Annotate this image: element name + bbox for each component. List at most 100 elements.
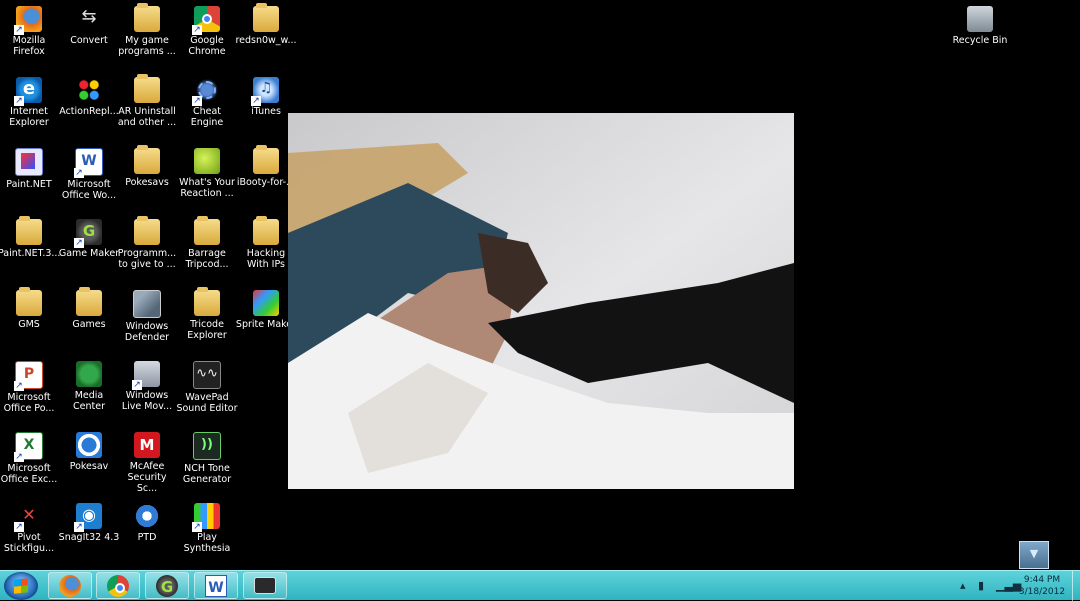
desktop-icon-label: Windows Defender xyxy=(124,321,170,343)
windows-logo-icon xyxy=(14,578,28,594)
desktop-icon-gms[interactable]: GMS xyxy=(0,287,60,330)
desktop-icon-action-replay[interactable]: ActionRepl... xyxy=(58,77,120,117)
desktop-icon-snagit[interactable]: SnagIt32 4.3 xyxy=(58,503,120,543)
desktop-icon-convert[interactable]: Convert xyxy=(58,6,120,46)
desktop-icon-label: WavePad Sound Editor xyxy=(176,392,238,414)
sprite-maker-icon xyxy=(253,290,279,316)
desktop-icon-label: NCH Tone Generator xyxy=(182,463,232,485)
nch-tone-icon xyxy=(193,432,221,460)
desktop-icon-firefox[interactable]: Mozilla Firefox xyxy=(0,6,60,57)
desktop-icon-movie-maker[interactable]: Windows Live Mov... xyxy=(116,361,178,412)
firefox-icon xyxy=(59,575,81,597)
folder-icon xyxy=(194,287,220,316)
desktop-icon-pivot[interactable]: Pivot Stickfigu... xyxy=(0,503,60,554)
chrome-icon xyxy=(107,575,129,597)
desktop-icon-pokesav[interactable]: Pokesav xyxy=(58,432,120,472)
desktop-icon-powerpoint[interactable]: Microsoft Office Po... xyxy=(0,361,60,414)
webcam-photo-image xyxy=(288,113,794,489)
desktop-icon-my-game-programs[interactable]: My game programs ... xyxy=(116,3,178,57)
desktop-icon-paint-net-folder[interactable]: Paint.NET.3... xyxy=(0,216,60,259)
camera-icon xyxy=(254,577,276,594)
desktop-icon-label: Play Synthesia xyxy=(183,532,231,554)
folder-icon xyxy=(134,74,160,103)
desktop-icon-label: McAfee Security Sc... xyxy=(127,461,167,494)
taskbar-camera-button[interactable] xyxy=(243,572,287,599)
pokesav-icon xyxy=(76,432,102,458)
desktop-icon-label: ActionRepl... xyxy=(59,106,119,117)
taskbar-chrome-button[interactable] xyxy=(96,572,140,599)
taskbar-game-maker-button[interactable] xyxy=(145,572,189,599)
desktop-icon-nch-tone[interactable]: NCH Tone Generator xyxy=(176,432,238,485)
show-hidden-icons-icon[interactable]: ▴ xyxy=(960,579,966,592)
desktop-icon-label: Media Center xyxy=(73,390,105,412)
word-icon xyxy=(74,148,103,178)
desktop-icon-media-center[interactable]: Media Center xyxy=(58,361,120,412)
taskbar-word-button[interactable] xyxy=(194,572,238,599)
desktop-icon-word[interactable]: Microsoft Office Wo... xyxy=(58,148,120,201)
desktop-icon-label: Windows Live Mov... xyxy=(121,390,173,412)
desktop-icon-itunes[interactable]: iTunes xyxy=(235,77,297,117)
cheat-engine-icon xyxy=(192,77,220,106)
ptd-icon xyxy=(134,503,160,529)
clock[interactable]: 9:44 PM 3/18/2012 xyxy=(1017,574,1067,598)
show-desktop-button[interactable] xyxy=(1072,571,1080,601)
desktop-icon-barrage-tripcode[interactable]: Barrage Tripcod... xyxy=(176,216,238,270)
desktop-icon-recycle-bin[interactable]: Recycle Bin xyxy=(948,6,1012,46)
desktop-icon-ar-uninstall[interactable]: AR Uninstall and other ... xyxy=(116,74,178,128)
desktop-icon-game-maker[interactable]: Game Maker xyxy=(58,219,120,259)
desktop-icon-label: My game programs ... xyxy=(118,35,176,57)
desktop-icon-label: Internet Explorer xyxy=(9,106,49,128)
clock-date: 3/18/2012 xyxy=(1018,587,1066,597)
desktop-icon-internet-explorer[interactable]: Internet Explorer xyxy=(0,77,60,128)
media-center-icon xyxy=(76,361,102,387)
folder-icon xyxy=(253,145,279,174)
game-maker-icon xyxy=(156,575,178,597)
desktop-icon-label: SnagIt32 4.3 xyxy=(58,532,120,543)
desktop-icon-label: Microsoft Office Exc... xyxy=(0,463,58,485)
desktop-icon-synthesia[interactable]: Play Synthesia xyxy=(176,503,238,554)
webcam-photo xyxy=(288,113,794,489)
taskbar-firefox-button[interactable] xyxy=(48,572,92,599)
desktop-icon-label: Games xyxy=(72,319,106,330)
excel-icon xyxy=(14,432,43,462)
folder-icon xyxy=(134,3,160,32)
desktop-icon-paint-net[interactable]: Paint.NET xyxy=(0,148,60,190)
folder-icon xyxy=(134,145,160,174)
start-button[interactable] xyxy=(4,572,38,600)
desktop-icon-games[interactable]: Games xyxy=(58,287,120,330)
chrome-icon xyxy=(192,6,220,35)
desktop-icon-label: PTD xyxy=(137,532,157,543)
desktop-icon-label: Cheat Engine xyxy=(190,106,224,128)
desktop-icon-cheat-engine[interactable]: Cheat Engine xyxy=(176,77,238,128)
wavepad-icon xyxy=(193,361,221,389)
desktop-icon-whats-your-reaction[interactable]: What's Your Reaction ... xyxy=(176,148,238,199)
desktop-icon-redsn0w[interactable]: redsn0w_w... xyxy=(235,3,297,46)
desktop-icon-label: Microsoft Office Wo... xyxy=(61,179,117,201)
battery-icon[interactable]: ▮ xyxy=(978,579,984,592)
windows-defender-icon xyxy=(133,290,161,318)
paint-net-icon xyxy=(15,148,43,176)
desktop-icon-mcafee[interactable]: McAfee Security Sc... xyxy=(116,432,178,494)
desktop-icon-wavepad[interactable]: WavePad Sound Editor xyxy=(176,361,238,414)
desktop-icon-chrome[interactable]: Google Chrome xyxy=(176,6,238,57)
taskbar: ▴ ▮ ▁▃▅ 9:44 PM 3/18/2012 xyxy=(0,570,1080,601)
desktop-icon-pokesavs[interactable]: Pokesavs xyxy=(116,145,178,188)
desktop-icon-label: Mozilla Firefox xyxy=(12,35,46,57)
powerpoint-icon xyxy=(14,361,43,391)
desktop-icon-programs-to-give[interactable]: Programm... to give to ... xyxy=(116,216,178,270)
recycle-bin-icon xyxy=(967,6,993,32)
desktop-icon-label: Pivot Stickfigu... xyxy=(3,532,55,554)
notification-arrow-button[interactable] xyxy=(1019,541,1049,569)
desktop-icon-label: Tricode Explorer xyxy=(187,319,227,341)
desktop-icon-ptd[interactable]: PTD xyxy=(116,503,178,543)
desktop-icon-label: AR Uninstall and other ... xyxy=(117,106,177,128)
desktop-icon-tricode-explorer[interactable]: Tricode Explorer xyxy=(176,287,238,341)
convert-icon xyxy=(76,6,102,32)
desktop-icon-excel[interactable]: Microsoft Office Exc... xyxy=(0,432,60,485)
folder-icon xyxy=(253,3,279,32)
desktop-icon-windows-defender[interactable]: Windows Defender xyxy=(116,290,178,343)
desktop-icon-label: Game Maker xyxy=(58,248,120,259)
itunes-icon xyxy=(251,77,279,106)
desktop-icon-label: Barrage Tripcod... xyxy=(185,248,229,270)
folder-icon xyxy=(194,216,220,245)
